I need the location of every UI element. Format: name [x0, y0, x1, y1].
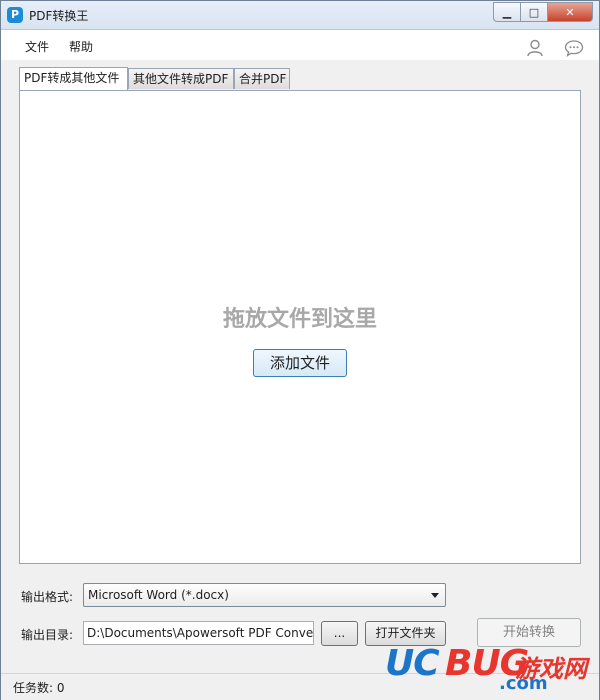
dropdown-arrow-icon [431, 593, 439, 598]
output-dir-label: 输出目录: [21, 628, 74, 642]
add-file-button[interactable]: 添加文件 [253, 349, 347, 377]
window-controls: ▁ □ ✕ [493, 2, 593, 22]
output-format-value: Microsoft Word (*.docx) [88, 588, 229, 602]
maximize-button[interactable]: □ [520, 2, 547, 22]
watermark-logo: UC BUG 游戏网 .com [385, 643, 595, 695]
watermark-com: .com [499, 673, 548, 694]
window-title: PDF转换王 [29, 9, 89, 23]
close-button[interactable]: ✕ [547, 2, 593, 22]
menu-bar: 文件 帮助 [1, 30, 599, 60]
output-format-label: 输出格式: [21, 590, 74, 604]
output-dir-input[interactable]: D:\Documents\Apowersoft PDF Conver [83, 621, 314, 645]
title-bar[interactable]: P PDF转换王 ▁ □ ✕ [1, 1, 599, 30]
watermark-uc: UC [385, 643, 440, 684]
drop-area[interactable]: 拖放文件到这里 添加文件 [19, 90, 581, 564]
browse-button[interactable]: ... [321, 621, 358, 646]
task-count: 任务数: 0 [13, 681, 65, 695]
menu-help[interactable]: 帮助 [69, 38, 93, 55]
pdf-app-icon: P [7, 7, 23, 23]
app-window: P PDF转换王 ▁ □ ✕ 文件 帮助 PDF转成其他文件 其他文件转成PDF… [0, 0, 600, 700]
tab-merge-pdf[interactable]: 合并PDF [234, 68, 290, 89]
menu-file[interactable]: 文件 [25, 38, 49, 55]
chat-bubble-icon[interactable] [564, 38, 584, 58]
tab-other-to-pdf[interactable]: 其他文件转成PDF [128, 68, 234, 89]
drop-hint: 拖放文件到这里 [222, 307, 377, 332]
user-icon[interactable] [525, 38, 545, 58]
output-format-select[interactable]: Microsoft Word (*.docx) [83, 583, 446, 607]
minimize-button[interactable]: ▁ [493, 2, 520, 22]
tab-pdf-to-other[interactable]: PDF转成其他文件 [19, 67, 128, 90]
